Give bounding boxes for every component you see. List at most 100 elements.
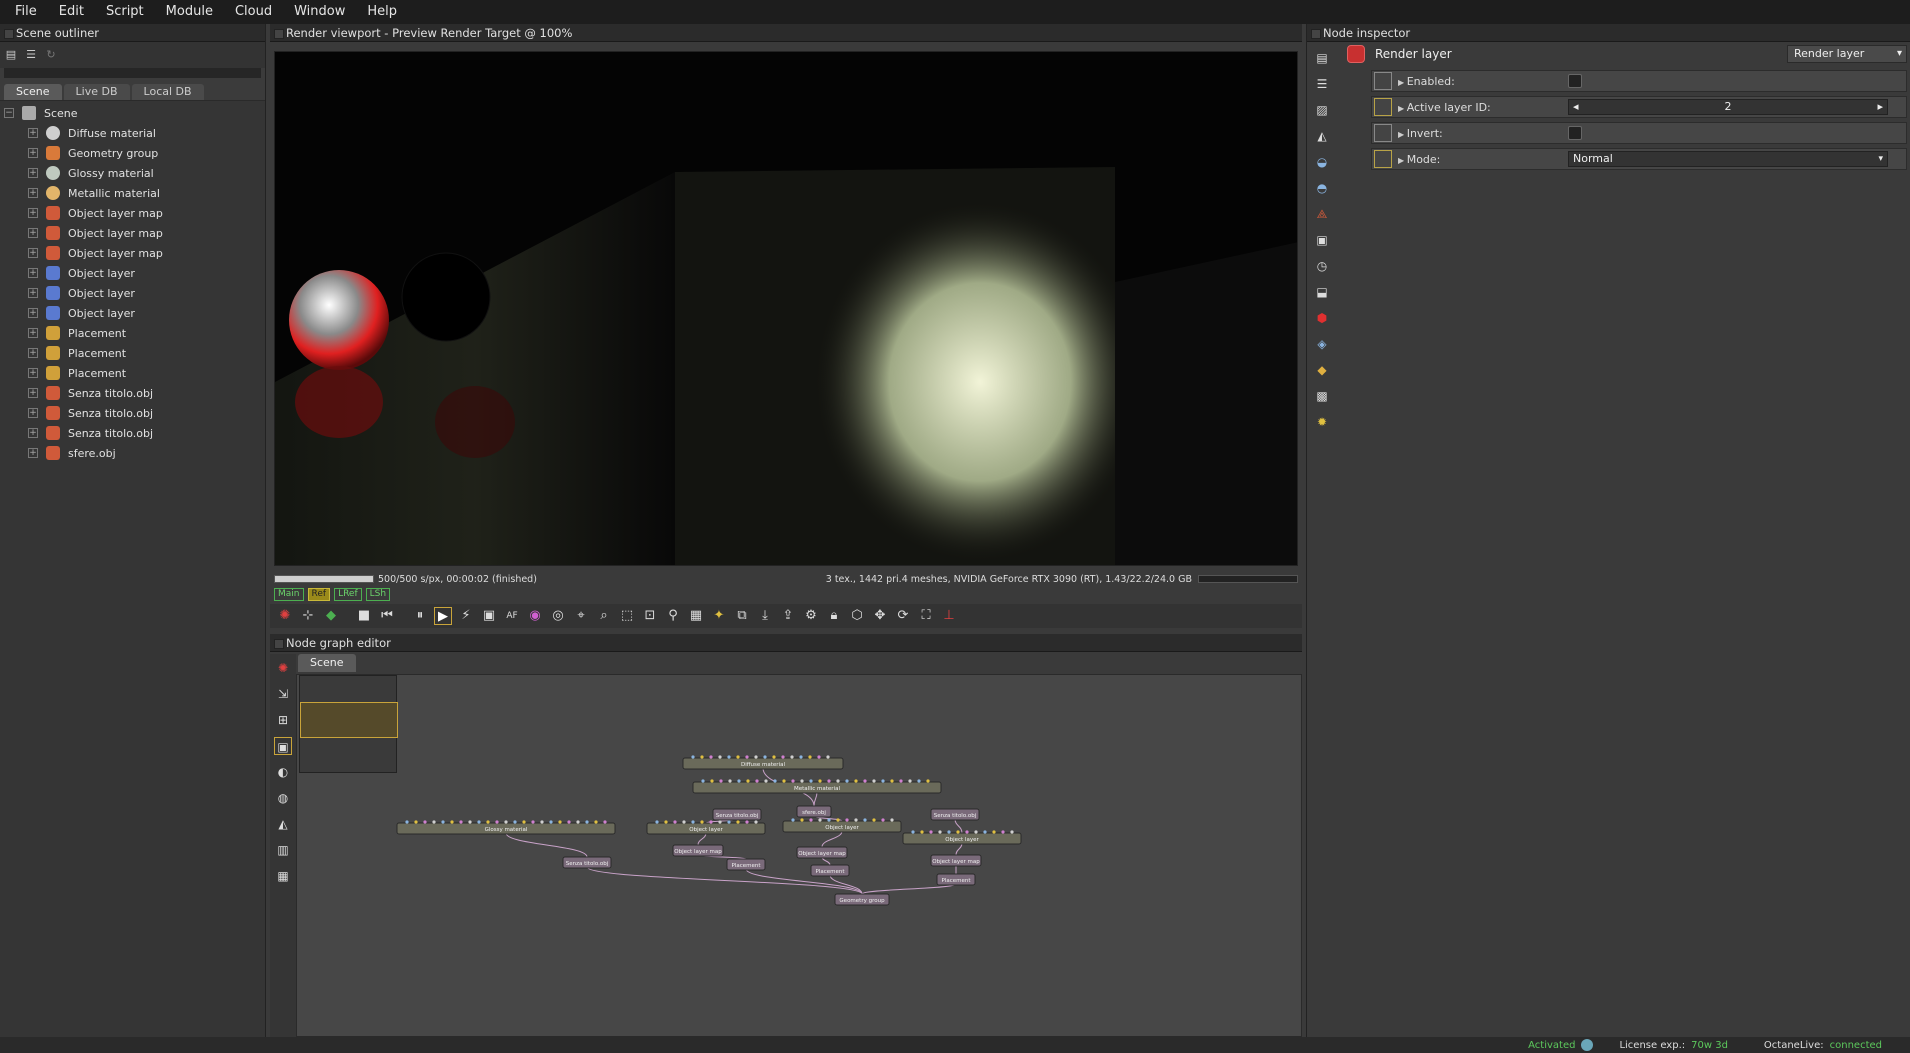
graph-node[interactable]: Object layer map [930,854,982,867]
stop-icon[interactable]: ■ [355,607,373,625]
tree-item[interactable]: + Object layer map [0,223,265,243]
node-input-pin[interactable] [809,779,813,783]
graph-node[interactable]: Object layer map [796,846,848,859]
tree-item[interactable]: + Glossy material [0,163,265,183]
graph-node[interactable]: Placement [726,858,766,871]
node-input-pin[interactable] [486,820,490,824]
node-input-pin[interactable] [799,755,803,759]
menu-window[interactable]: Window [283,0,356,24]
graph-node[interactable]: Glossy material [396,820,616,835]
node-input-pin[interactable] [917,779,921,783]
node-input-pin[interactable] [736,820,740,824]
lock-icon[interactable]: 🔒︎ [825,607,843,625]
kernel-icon[interactable]: ▣ [1314,232,1330,248]
expand-icon[interactable]: + [28,208,38,218]
zoom-icon[interactable]: ⚲ [664,607,682,625]
collapse-icon[interactable]: − [4,108,14,118]
node-input-pin[interactable] [540,820,544,824]
crop-icon[interactable]: ⬚ [618,607,636,625]
sun-icon[interactable]: ✹ [1314,414,1330,430]
node-input-pin[interactable] [947,830,951,834]
graph-node[interactable]: Placement [936,873,976,886]
tab-scene-graph[interactable]: Scene [298,654,356,672]
tree-item[interactable]: + Placement [0,363,265,383]
node-input-pin[interactable] [773,779,777,783]
node-input-pin[interactable] [863,779,867,783]
fullscreen-icon[interactable]: ⛶ [917,607,935,625]
focus-icon[interactable]: ◎ [549,607,567,625]
menu-script[interactable]: Script [95,0,155,24]
node-input-pin[interactable] [737,779,741,783]
pass-main[interactable]: Main [274,588,304,601]
play-icon[interactable]: ▶ [434,607,452,625]
node-input-pin[interactable] [791,818,795,822]
node-input-pin[interactable] [655,820,659,824]
node-input-pin[interactable] [872,818,876,822]
tree-item[interactable]: + Object layer map [0,203,265,223]
imager-icon[interactable]: ◓ [1314,180,1330,196]
node-input-pin[interactable] [782,779,786,783]
node-input-pin[interactable] [938,830,942,834]
node-input-pin[interactable] [441,820,445,824]
node-input-pin[interactable] [908,779,912,783]
node-input-pin[interactable] [567,820,571,824]
expand-icon[interactable]: + [28,308,38,318]
tab-local-db[interactable]: Local DB [131,84,204,100]
node-input-pin[interactable] [709,755,713,759]
camera-icon[interactable]: ◭ [1314,128,1330,144]
node-input-pin[interactable] [718,820,722,824]
node-input-pin[interactable] [845,818,849,822]
render-image[interactable] [274,51,1298,566]
tab-live-db[interactable]: Live DB [63,84,130,100]
tree-item[interactable]: + Object layer map [0,243,265,263]
node-input-pin[interactable] [414,820,418,824]
node-input-pin[interactable] [673,820,677,824]
node-input-pin[interactable] [992,830,996,834]
expand-icon[interactable]: + [28,268,38,278]
expand-icon[interactable]: + [28,188,38,198]
graph-node[interactable]: Object layer [646,820,766,835]
tree-item[interactable]: + Object layer [0,283,265,303]
rotate-icon[interactable]: ⟳ [894,607,912,625]
arrange-icon[interactable]: ⇲ [274,685,292,703]
tree-root[interactable]: − Scene [0,103,265,123]
graph-node[interactable]: Placement [810,864,850,877]
image-icon[interactable]: ▨ [1314,102,1330,118]
node-input-pin[interactable] [745,820,749,824]
node-input-pin[interactable] [459,820,463,824]
octane-logo-icon[interactable]: ✺ [274,659,292,677]
sparkle-icon[interactable]: ✦ [710,607,728,625]
layers-icon[interactable]: ▤ [4,48,18,62]
node-input-pin[interactable] [594,820,598,824]
node-input-pin[interactable] [764,779,768,783]
node-input-pin[interactable] [709,820,713,824]
node-input-pin[interactable] [513,820,517,824]
node-input-pin[interactable] [881,779,885,783]
af-icon[interactable]: AF [503,607,521,625]
node-input-pin[interactable] [872,779,876,783]
node-input-pin[interactable] [700,820,704,824]
node-input-pin[interactable] [881,818,885,822]
node-input-pin[interactable] [701,779,705,783]
node-input-pin[interactable] [781,755,785,759]
node-input-pin[interactable] [745,755,749,759]
fit-icon[interactable]: ⊞ [274,711,292,729]
box-icon[interactable]: ⬡ [848,607,866,625]
export-icon[interactable]: ⇪ [779,607,797,625]
grid-icon[interactable]: ▦ [274,867,292,885]
tree-item[interactable]: + Diffuse material [0,123,265,143]
node-input-pin[interactable] [808,755,812,759]
node-input-pin[interactable] [423,820,427,824]
menu-module[interactable]: Module [155,0,224,24]
node-input-pin[interactable] [920,830,924,834]
octane-logo-icon[interactable]: ✺ [276,607,294,625]
node-input-pin[interactable] [727,820,731,824]
menu-cloud[interactable]: Cloud [224,0,283,24]
expand-icon[interactable]: + [28,168,38,178]
node-input-pin[interactable] [746,779,750,783]
texture-icon[interactable]: ◍ [274,789,292,807]
node-input-pin[interactable] [818,818,822,822]
active-layer-id-slider[interactable]: 2 [1568,99,1888,115]
tree-item[interactable]: + Senza titolo.obj [0,383,265,403]
expand-icon[interactable]: + [28,388,38,398]
